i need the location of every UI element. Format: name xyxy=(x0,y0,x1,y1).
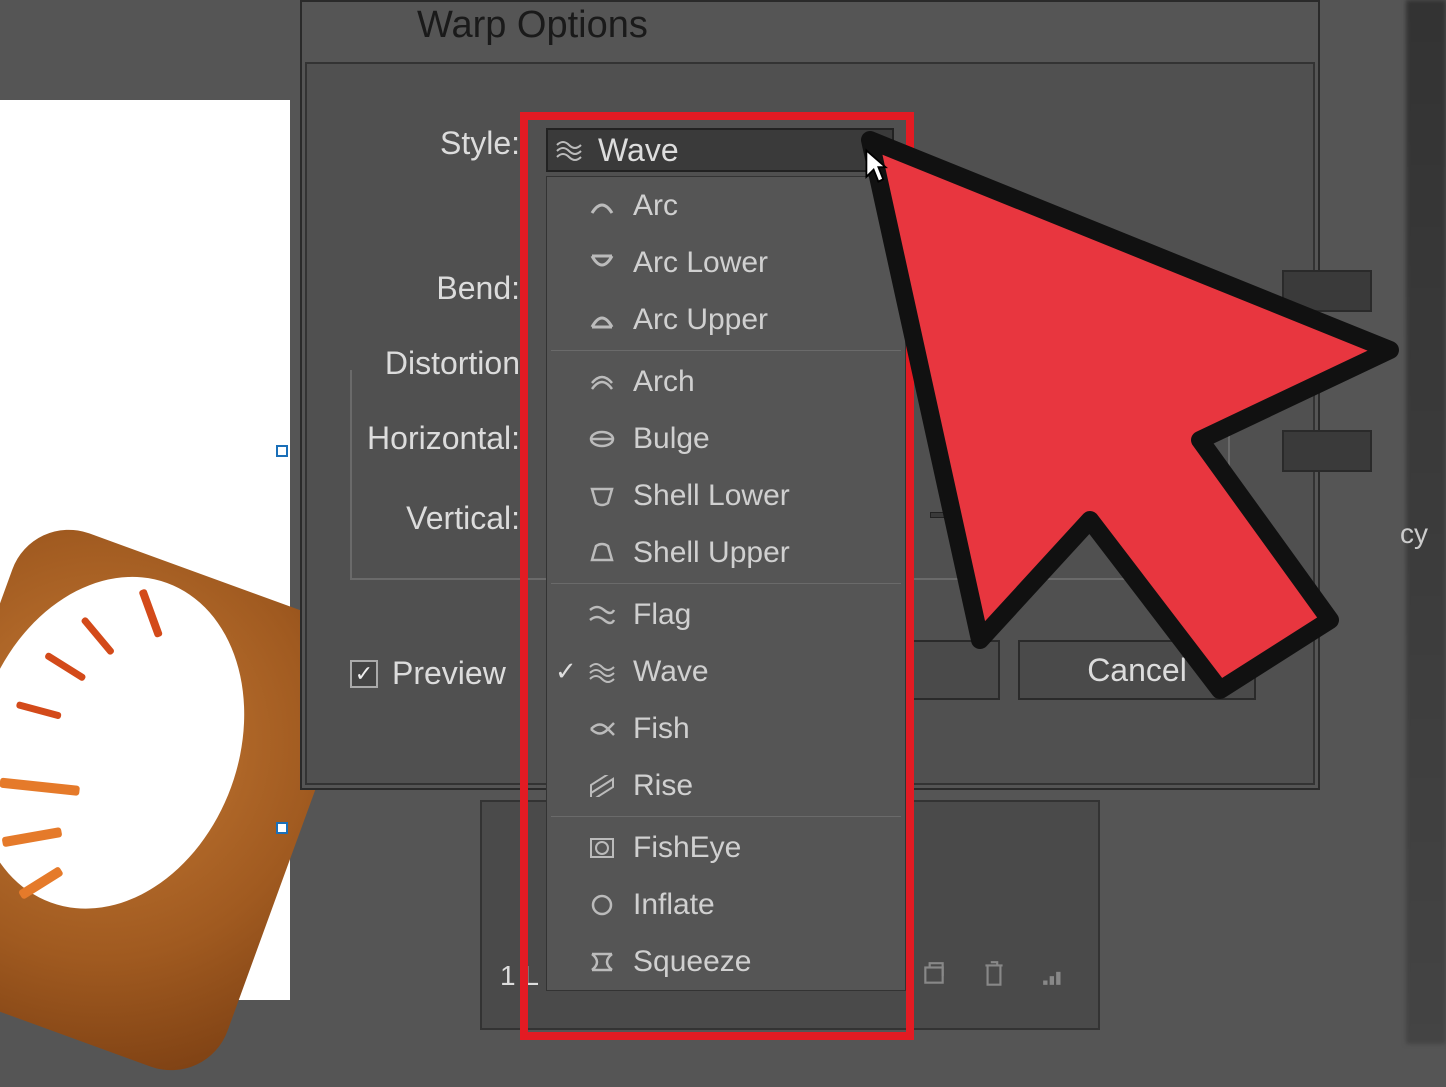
shelllower-icon xyxy=(587,483,617,509)
horizontal-input[interactable] xyxy=(1282,430,1372,472)
style-dropdown-highlight: Wave Arc Arc Lower Arc Upper Arch Bulge Shell… xyxy=(520,112,914,1040)
expand-icon[interactable] xyxy=(1038,958,1070,990)
dropdown-separator xyxy=(551,583,901,584)
style-option-label: Inflate xyxy=(633,888,715,922)
checkmark-icon: ✓ xyxy=(555,656,577,687)
style-option-label: Arch xyxy=(633,365,695,399)
style-option-squeeze[interactable]: Squeeze xyxy=(547,933,905,990)
style-option-rise[interactable]: Rise xyxy=(547,757,905,814)
style-dropdown[interactable]: Wave xyxy=(546,128,894,172)
style-option-arc[interactable]: Arc xyxy=(547,177,905,234)
style-option-label: Flag xyxy=(633,598,691,632)
style-option-label: Arc Upper xyxy=(633,303,768,337)
style-option-fisheye[interactable]: FishEye xyxy=(547,819,905,876)
cancel-button-label: Cancel xyxy=(1087,652,1187,689)
style-option-arch[interactable]: Arch xyxy=(547,353,905,410)
style-option-bulge[interactable]: Bulge xyxy=(547,410,905,467)
flag-icon xyxy=(587,602,617,628)
style-option-label: Arc Lower xyxy=(633,246,768,280)
preview-checkbox-row[interactable]: ✓ Preview xyxy=(350,655,506,692)
style-option-label: Shell Lower xyxy=(633,479,790,513)
style-dropdown-list: Arc Arc Lower Arc Upper Arch Bulge Shell Lowe… xyxy=(546,176,906,991)
style-option-label: Shell Upper xyxy=(633,536,790,570)
shellupper-icon xyxy=(587,540,617,566)
style-option-flag[interactable]: Flag xyxy=(547,586,905,643)
canvas-artboard[interactable] xyxy=(0,100,290,1000)
style-label: Style: xyxy=(340,125,520,162)
arcupper-icon xyxy=(587,307,617,333)
style-option-label: Wave xyxy=(633,655,709,689)
style-option-label: Rise xyxy=(633,769,693,803)
bend-label: Bend: xyxy=(340,270,520,307)
arclower-icon xyxy=(587,250,617,276)
rise-icon xyxy=(587,773,617,799)
dropdown-separator xyxy=(551,350,901,351)
style-option-shell-lower[interactable]: Shell Lower xyxy=(547,467,905,524)
style-option-arc-upper[interactable]: Arc Upper xyxy=(547,291,905,348)
bend-input[interactable] xyxy=(1282,270,1372,312)
style-option-shell-upper[interactable]: Shell Upper xyxy=(547,524,905,581)
style-option-label: Squeeze xyxy=(633,945,751,979)
style-option-label: Arc xyxy=(633,189,678,223)
chevron-down-icon xyxy=(866,145,882,155)
style-option-fish[interactable]: Fish xyxy=(547,700,905,757)
new-layer-icon[interactable] xyxy=(918,958,950,990)
style-option-arc-lower[interactable]: Arc Lower xyxy=(547,234,905,291)
wave-icon xyxy=(587,659,617,685)
bulge-icon xyxy=(587,426,617,452)
style-dropdown-value: Wave xyxy=(598,132,679,169)
wave-icon xyxy=(554,137,584,163)
vertical-slider-thumb[interactable] xyxy=(950,500,972,526)
style-option-inflate[interactable]: Inflate xyxy=(547,876,905,933)
arch-icon xyxy=(587,369,617,395)
selection-handle[interactable] xyxy=(276,822,288,834)
preview-label: Preview xyxy=(392,655,506,692)
preview-checkbox[interactable]: ✓ xyxy=(350,660,378,688)
squeeze-icon xyxy=(587,949,617,975)
style-option-label: FishEye xyxy=(633,831,741,865)
style-option-label: Fish xyxy=(633,712,690,746)
inflate-icon xyxy=(587,892,617,918)
dropdown-separator xyxy=(551,816,901,817)
style-option-wave[interactable]: ✓ Wave xyxy=(547,643,905,700)
cancel-button[interactable]: Cancel xyxy=(1018,640,1256,700)
fisheye-icon xyxy=(587,835,617,861)
side-text: cy xyxy=(1400,518,1428,550)
style-option-label: Bulge xyxy=(633,422,710,456)
trash-icon[interactable] xyxy=(978,958,1010,990)
arc-icon xyxy=(587,193,617,219)
artwork-clock-face xyxy=(0,539,289,947)
fish-icon xyxy=(587,716,617,742)
dialog-title: Warp Options xyxy=(417,4,648,47)
